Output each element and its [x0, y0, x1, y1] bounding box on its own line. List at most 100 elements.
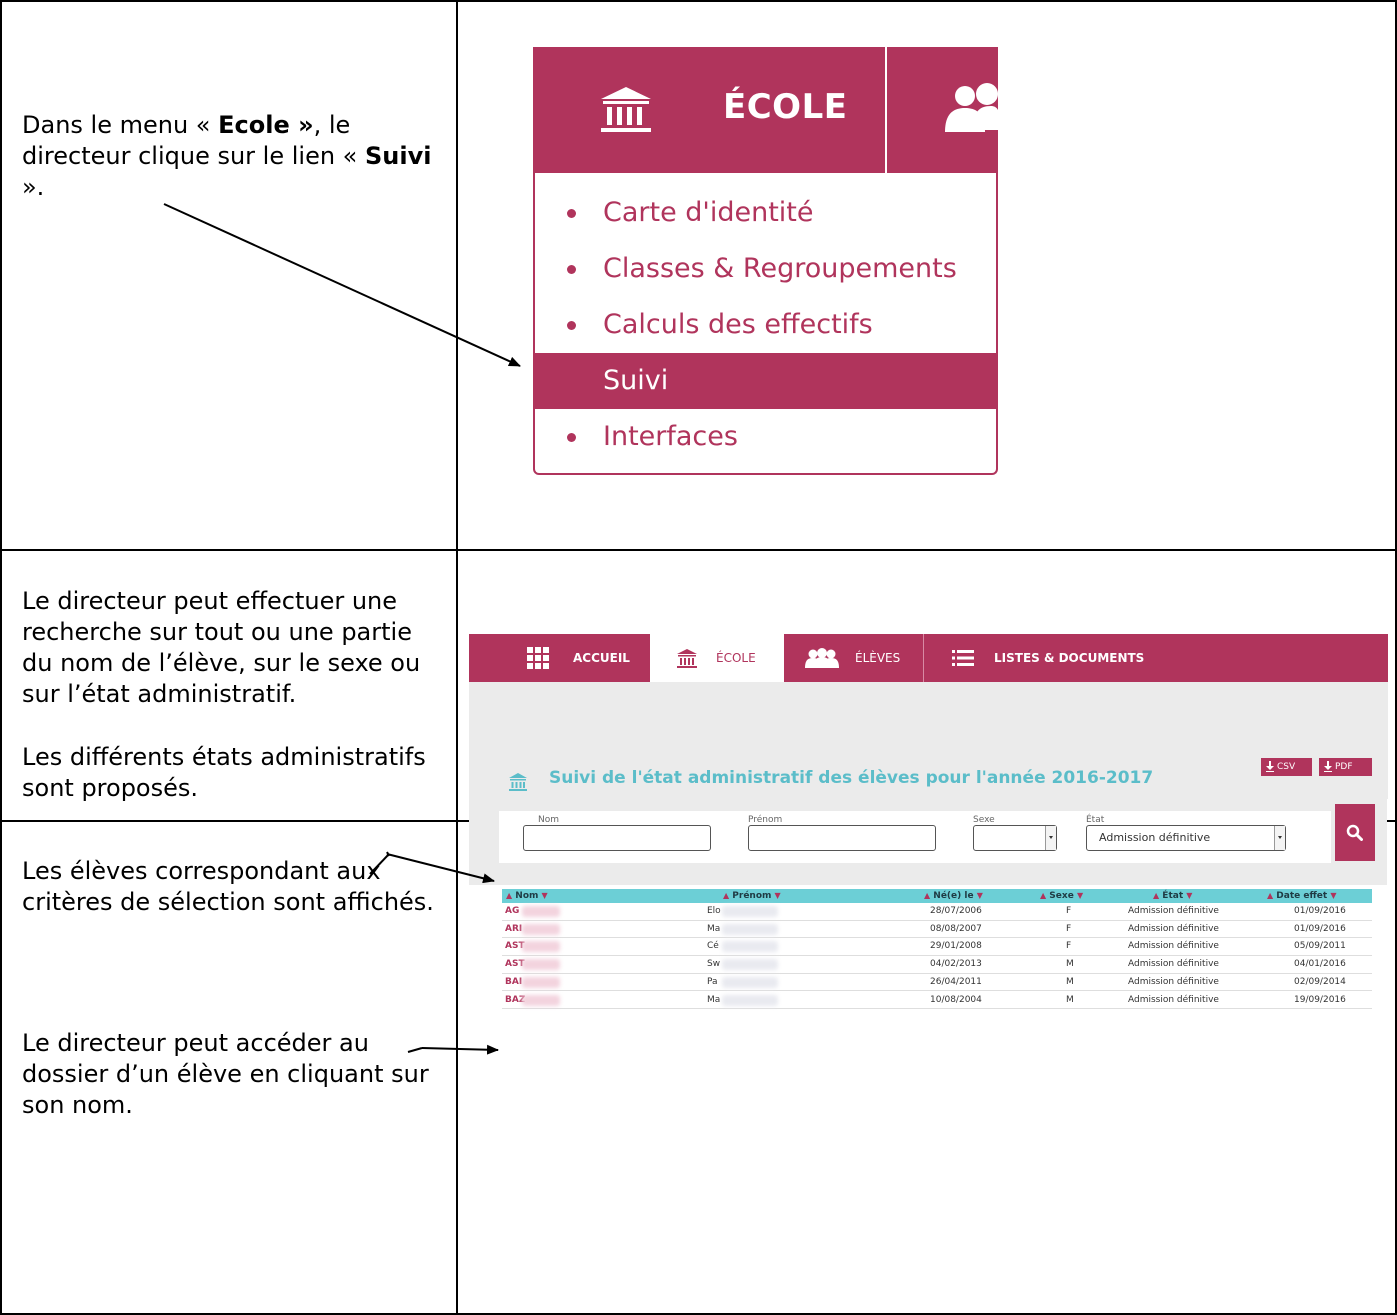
student-name-link[interactable]: AG — [505, 903, 519, 920]
cell-prenom: Ma — [707, 923, 721, 934]
redaction-blur — [722, 994, 778, 1006]
page-title: Suivi de l'état administratif des élèves… — [549, 768, 1154, 788]
row3-description-2: Le directeur peut accéder au dossier d’u… — [22, 1029, 429, 1119]
cell-ne-le: 29/01/2008 — [930, 941, 982, 952]
menu-item-suivi[interactable]: Suivi — [535, 353, 996, 409]
results-screen: Suivi de l'état administratif des élèves… — [469, 694, 1387, 809]
student-name-link[interactable]: BAI — [505, 974, 522, 991]
nav-listes-documents[interactable]: LISTES & DOCUMENTS — [924, 634, 1184, 682]
row2-description-1: Le directeur peut effectuer une recherch… — [22, 587, 421, 708]
cell-prenom: Elo — [707, 906, 721, 916]
table-row: AST Cé 29/01/2008 F Admission définitive 05/0… — [502, 938, 1372, 956]
nom-label: Nom — [538, 815, 560, 825]
cell-etat: Admission définitive — [1128, 976, 1219, 987]
menu-item-label: Suivi — [603, 365, 669, 396]
col-header-ne-le[interactable]: ▲ Né(e) le ▼ — [924, 889, 983, 903]
table-row: AST Sw 04/02/2013 M Admission définitive 04/0… — [502, 956, 1372, 974]
bullet-icon — [567, 321, 576, 330]
redaction-blur — [522, 959, 560, 971]
redaction-blur — [722, 976, 778, 988]
etat-label: État — [1086, 815, 1105, 825]
nom-input[interactable] — [523, 825, 711, 851]
col-header-sexe[interactable]: ▲ Sexe ▼ — [1040, 889, 1083, 903]
nav-label: ACCUEIL — [573, 651, 630, 665]
search-icon — [1346, 824, 1363, 841]
cell-etat: Admission définitive — [1128, 923, 1219, 934]
table-row: BAI Pa 26/04/2011 M Admission définitive 02/0… — [502, 973, 1372, 992]
people-icon — [945, 83, 998, 132]
redaction-blur — [722, 906, 778, 917]
export-csv-label: CSV — [1277, 762, 1296, 772]
menu-item-label: Interfaces — [603, 421, 738, 452]
search-button[interactable] — [1335, 804, 1375, 861]
sexe-select[interactable] — [973, 825, 1057, 851]
nav-eleves[interactable]: ÉLÈVES — [785, 634, 923, 682]
row2-description-2: Les différents états administratifs sont… — [22, 743, 426, 802]
grid-icon — [527, 647, 549, 669]
cell-prenom: Pa — [707, 976, 718, 987]
nav-ecole[interactable]: ÉCOLE — [650, 634, 784, 682]
menu-item-classes[interactable]: Classes & Regroupements — [535, 241, 996, 297]
menu-header[interactable]: ÉCOLE — [533, 47, 998, 173]
cell-ne-le: 04/02/2013 — [930, 959, 982, 970]
cell-date-effet: 02/09/2014 — [1294, 976, 1346, 987]
column-divider — [456, 2, 458, 1315]
nav-accueil[interactable]: ACCUEIL — [469, 634, 649, 682]
chevron-down-icon — [1274, 826, 1285, 850]
top-navigation: ACCUEIL ÉCOLE ÉLÈVES LISTES & DOCUMENTS — [469, 634, 1388, 682]
search-form: Nom Prénom Sexe État Admission définitiv… — [499, 811, 1331, 863]
prenom-label: Prénom — [748, 815, 783, 825]
student-name-link[interactable]: ARI — [505, 921, 522, 938]
table-header: ▲ Nom ▼ ▲ Prénom ▼ ▲ Né(e) le ▼ ▲ Sexe ▼… — [502, 889, 1372, 903]
redaction-blur — [522, 941, 560, 953]
cell-date-effet: 04/01/2016 — [1294, 959, 1346, 970]
export-csv-button[interactable]: CSV — [1261, 758, 1312, 776]
col-header-date-effet[interactable]: ▲ Date effet ▼ — [1267, 889, 1336, 903]
menu-divider — [885, 47, 887, 173]
prenom-input[interactable] — [748, 825, 936, 851]
cell-date-effet: 05/09/2011 — [1294, 941, 1346, 952]
cell-ne-le: 08/08/2007 — [930, 923, 982, 934]
etat-select[interactable]: Admission définitive — [1086, 825, 1286, 851]
bullet-icon — [567, 265, 576, 274]
menu-item-label: Carte d'identité — [603, 197, 814, 228]
cell-sexe: F — [1066, 941, 1072, 952]
bank-icon — [509, 773, 527, 791]
export-pdf-button[interactable]: PDF — [1319, 758, 1372, 776]
redaction-blur — [722, 923, 778, 935]
nav-label: ÉCOLE — [716, 651, 756, 665]
chevron-down-icon — [1045, 826, 1056, 850]
redaction-blur — [522, 906, 560, 917]
export-pdf-label: PDF — [1335, 762, 1353, 772]
menu-item-label: Classes & Regroupements — [603, 253, 957, 284]
redaction-blur — [722, 941, 778, 953]
menu-item-interfaces[interactable]: Interfaces — [535, 409, 996, 465]
menu-item-calculs[interactable]: Calculs des effectifs — [535, 297, 996, 353]
cell-etat: Admission définitive — [1128, 994, 1219, 1005]
download-icon — [1266, 761, 1274, 772]
menu-title: ÉCOLE — [723, 87, 848, 127]
row3-description-1: Les élèves correspondant aux critères de… — [22, 857, 434, 916]
cell-prenom: Ma — [707, 994, 721, 1005]
bank-icon — [601, 87, 651, 132]
bullet-icon — [567, 209, 576, 218]
cell-sexe: M — [1066, 994, 1074, 1005]
cell-date-effet: 01/09/2016 — [1294, 906, 1346, 916]
menu-item-carte-identite[interactable]: Carte d'identité — [535, 185, 996, 241]
col-header-etat[interactable]: ▲ État ▼ — [1153, 889, 1192, 903]
nav-label: LISTES & DOCUMENTS — [994, 651, 1145, 665]
cell-etat: Admission définitive — [1128, 941, 1219, 952]
table-row: ARI Ma 08/08/2007 F Admission définitive 01/0… — [502, 920, 1372, 939]
ecole-menu: ÉCOLE Carte d'identité Classes & Regroup… — [533, 47, 998, 475]
cell-sexe: M — [1066, 959, 1074, 970]
menu-list: Carte d'identité Classes & Regroupements… — [533, 173, 998, 475]
redaction-blur — [522, 976, 560, 988]
redaction-blur — [522, 923, 560, 935]
cell-ne-le: 26/04/2011 — [930, 976, 982, 987]
bullet-icon — [567, 433, 576, 442]
cell-ne-le: 10/08/2004 — [930, 994, 982, 1005]
etat-value: Admission définitive — [1099, 831, 1211, 844]
col-header-prenom[interactable]: ▲ Prénom ▼ — [723, 889, 781, 903]
col-header-nom[interactable]: ▲ Nom ▼ — [506, 889, 548, 903]
cell-sexe: F — [1066, 906, 1072, 916]
